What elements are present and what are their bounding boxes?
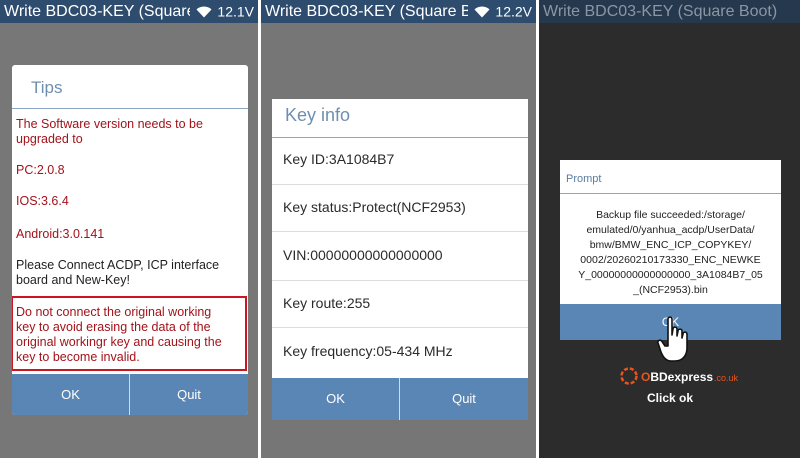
- connect-instruction-line: board and New-Key!: [16, 273, 130, 287]
- message-line: Backup file succeeded:/storage/: [596, 209, 745, 221]
- prompt-dialog: Prompt Backup file succeeded:/storage/ e…: [560, 160, 781, 340]
- title-divider: [560, 193, 781, 194]
- row-divider: [272, 184, 528, 185]
- ok-button[interactable]: OK: [272, 378, 399, 420]
- warning-text: Do not connect the original working key …: [16, 305, 246, 365]
- title-bar: Write BDC03-KEY (Square Boot): [539, 0, 800, 23]
- connect-instruction-line: Please Connect ACDP, ICP interface: [16, 258, 220, 272]
- logo-letter: O: [641, 370, 651, 384]
- quit-button[interactable]: Quit: [130, 374, 248, 415]
- version-notice-line: The Software version needs to be: [16, 117, 203, 131]
- warning-line: original workingr key and causing the: [16, 335, 222, 349]
- dialog-button-bar: OK Quit: [12, 374, 248, 415]
- wifi-icon: [474, 6, 490, 18]
- warning-line: key to avoid erasing the data of the: [16, 320, 211, 334]
- message-line: 0002/20260210173330_ENC_NEWKE: [580, 254, 761, 266]
- dialog-title: Tips: [31, 78, 63, 97]
- title-bar: Write BDC03-KEY (Square Boot) 12.2V: [261, 0, 536, 23]
- dialog-title: Key info: [285, 105, 351, 125]
- tips-dialog: Tips The Software version needs to be up…: [12, 65, 248, 415]
- android-version: Android:3.0.141: [16, 227, 105, 241]
- title-bar: Write BDC03-KEY (Square Boot) 12.1V: [0, 0, 258, 23]
- status-area: 12.1V: [190, 0, 258, 23]
- pointing-hand-icon: [657, 315, 691, 363]
- row-divider: [272, 280, 528, 281]
- dialog-button-bar: OK Quit: [272, 378, 528, 420]
- logo-ring-icon: [620, 367, 638, 385]
- message-line: Y_00000000000000000_3A1084B7_05: [578, 269, 763, 281]
- warning-line: Do not connect the original working: [16, 305, 212, 319]
- key-route: Key route:255: [283, 295, 371, 311]
- window-title: Write BDC03-KEY (Square Boot): [265, 3, 500, 20]
- screen-prompt: Write BDC03-KEY (Square Boot) Prompt Bac…: [539, 0, 800, 458]
- ok-button[interactable]: OK: [12, 374, 129, 415]
- row-divider: [272, 327, 528, 328]
- vin: VIN:00000000000000000: [283, 247, 443, 263]
- version-notice-line: upgraded to: [16, 132, 83, 146]
- wifi-icon: [196, 6, 212, 18]
- ios-version: IOS:3.6.4: [16, 194, 69, 208]
- screen-key-info: Write BDC03-KEY (Square Boot) 12.2V Key …: [261, 0, 536, 458]
- status-area: 12.2V: [468, 0, 536, 23]
- quit-button[interactable]: Quit: [400, 378, 528, 420]
- window-title: Write BDC03-KEY (Square Boot): [543, 3, 778, 20]
- warning-line: key to become invalid.: [16, 350, 140, 364]
- title-divider: [12, 108, 248, 109]
- key-id: Key ID:3A1084B7: [283, 151, 395, 167]
- key-frequency: Key frequency:05-434 MHz: [283, 343, 453, 359]
- logo-brand: BDexpress: [650, 370, 714, 384]
- voltage-readout: 12.2V: [495, 3, 532, 20]
- click-ok-caption: Click ok: [647, 391, 694, 405]
- message-line: _(NCF2953).bin: [633, 284, 708, 296]
- logo-domain: .co.uk: [714, 373, 739, 383]
- pc-version: PC:2.0.8: [16, 163, 65, 177]
- screen-tips: Write BDC03-KEY (Square Boot) 12.1V Tips…: [0, 0, 258, 458]
- dialog-title: Prompt: [566, 173, 602, 185]
- message-line: emulated/0/yanhua_acdp/UserData/: [586, 224, 755, 236]
- key-info-dialog: Key info Key ID:3A1084B7 Key status:Prot…: [272, 99, 528, 420]
- row-divider: [272, 231, 528, 232]
- backup-message: Backup file succeeded:/storage/ emulated…: [564, 208, 777, 298]
- key-status: Key status:Protect(NCF2953): [283, 199, 466, 215]
- title-divider: [272, 137, 528, 138]
- voltage-readout: 12.1V: [217, 3, 254, 20]
- message-line: bmw/BMW_ENC_ICP_COPYKEY/: [589, 239, 752, 251]
